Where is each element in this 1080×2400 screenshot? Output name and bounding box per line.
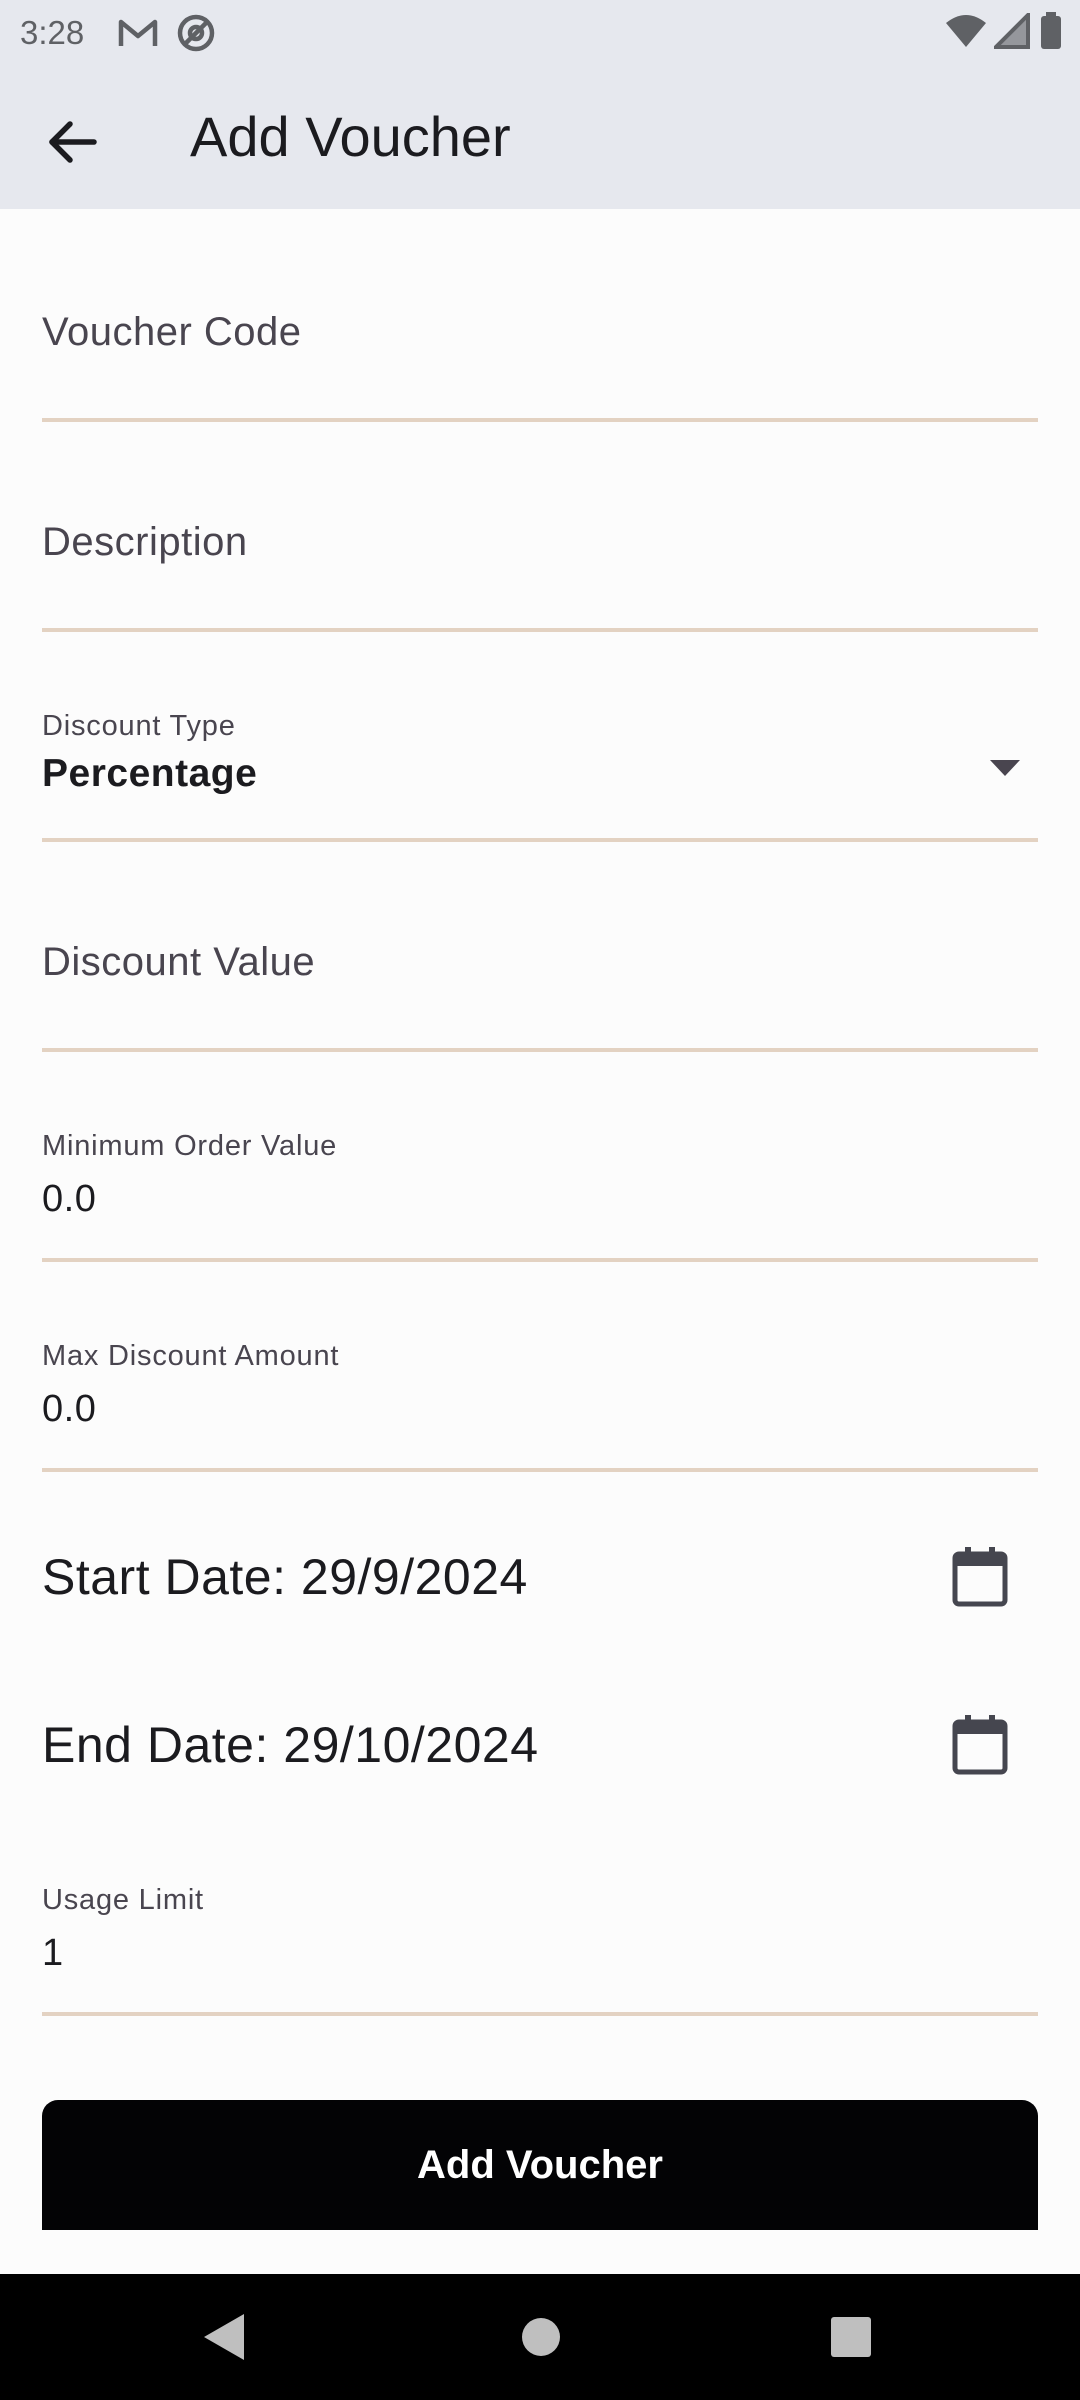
chevron-down-icon — [990, 760, 1020, 776]
min-order-value-input: 0.0 — [42, 1178, 97, 1220]
status-left-icons — [118, 13, 216, 53]
voucher-code-placeholder: Voucher Code — [42, 310, 302, 354]
status-bar: 3:28 — [0, 0, 1080, 62]
at-sign-icon — [178, 14, 215, 52]
description-field[interactable]: Description — [42, 480, 1038, 632]
arrow-left-icon — [49, 121, 97, 163]
min-order-value-field[interactable]: Minimum Order Value 0.0 — [42, 1110, 1038, 1262]
status-right-icons — [945, 10, 1062, 50]
status-time: 3:28 — [20, 14, 85, 51]
wifi-icon — [946, 15, 987, 47]
signal-icon — [990, 10, 1030, 49]
end-date-text: End Date: 29/10/2024 — [42, 1717, 539, 1773]
gmail-icon — [118, 19, 158, 46]
back-triangle-icon[interactable] — [202, 2312, 246, 2362]
discount-type-label: Discount Type — [42, 710, 236, 742]
discount-value-field[interactable]: Discount Value — [42, 900, 1038, 1052]
back-button[interactable] — [36, 104, 112, 180]
min-order-value-label: Minimum Order Value — [42, 1130, 338, 1162]
system-nav-bar — [0, 2274, 1080, 2400]
end-date-row: End Date: 29/10/2024 — [42, 1696, 1038, 1786]
max-discount-field[interactable]: Max Discount Amount 0.0 — [42, 1320, 1038, 1472]
start-date-row: Start Date: 29/9/2024 — [42, 1528, 1038, 1618]
usage-limit-input: 1 — [42, 1932, 64, 1974]
start-date-picker-button[interactable] — [950, 1544, 1010, 1608]
discount-value-placeholder: Discount Value — [42, 940, 316, 984]
usage-limit-field[interactable]: Usage Limit 1 — [42, 1864, 1038, 2016]
battery-icon — [1041, 12, 1061, 49]
calendar-icon — [952, 1547, 1008, 1607]
description-placeholder: Description — [42, 520, 248, 564]
app-bar: Add Voucher — [0, 62, 1080, 209]
add-voucher-button-label: Add Voucher — [417, 2142, 663, 2187]
recents-square-icon[interactable] — [829, 2312, 873, 2362]
calendar-icon — [952, 1715, 1008, 1775]
add-voucher-button[interactable]: Add Voucher — [42, 2100, 1038, 2230]
end-date-picker-button[interactable] — [950, 1712, 1010, 1776]
start-date-text: Start Date: 29/9/2024 — [42, 1549, 528, 1605]
page-title: Add Voucher — [190, 105, 511, 168]
home-circle-icon[interactable] — [519, 2312, 563, 2362]
voucher-code-field[interactable]: Voucher Code — [42, 270, 1038, 422]
discount-type-dropdown[interactable]: Discount Type Percentage — [42, 690, 1038, 842]
discount-type-value: Percentage — [42, 752, 258, 795]
max-discount-label: Max Discount Amount — [42, 1340, 340, 1372]
usage-limit-label: Usage Limit — [42, 1884, 204, 1916]
max-discount-input: 0.0 — [42, 1388, 97, 1430]
